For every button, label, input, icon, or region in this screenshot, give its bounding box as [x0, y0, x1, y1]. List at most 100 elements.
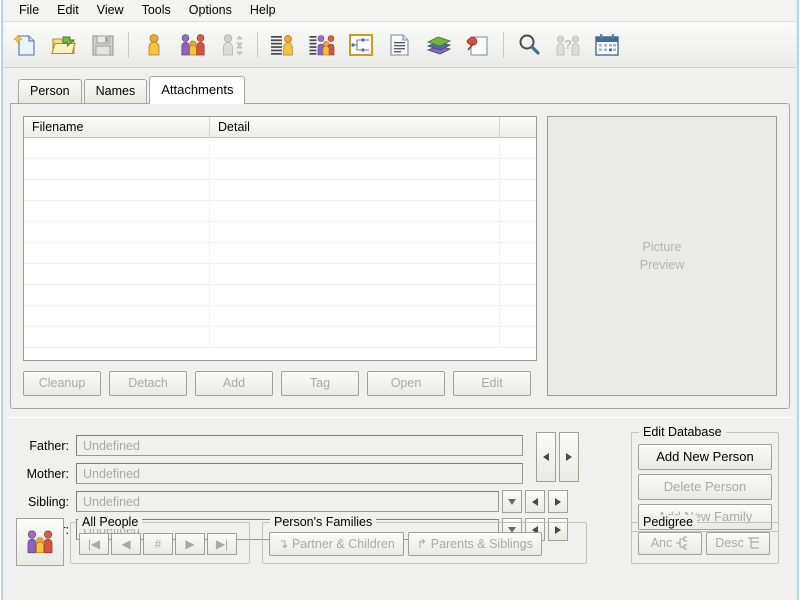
- parents-previous-button[interactable]: [536, 432, 556, 482]
- sibling-next-button[interactable]: [548, 490, 568, 513]
- table-row[interactable]: [24, 222, 536, 243]
- next-person-button[interactable]: ▶: [175, 533, 205, 555]
- descendants-button[interactable]: Desc: [706, 532, 770, 555]
- toolbar-button-person-list[interactable]: [264, 26, 302, 64]
- attachments-table-header: Filename Detail: [24, 117, 536, 138]
- toolbar-button-family-group[interactable]: [174, 26, 212, 64]
- toolbar-button-search[interactable]: [510, 26, 548, 64]
- table-cell-detail: [210, 285, 500, 306]
- menu-item-file[interactable]: File: [10, 1, 48, 20]
- mother-label: Mother:: [26, 466, 69, 481]
- arrow-right-icon: [566, 453, 572, 461]
- tab-strip: Person Names Attachments: [0, 75, 800, 104]
- toolbar-button-open-folder[interactable]: [45, 26, 83, 64]
- toolbar-separator-1: [128, 31, 129, 58]
- table-row[interactable]: [24, 201, 536, 222]
- table-cell-extra: [500, 243, 536, 264]
- column-header-filename[interactable]: Filename: [24, 117, 210, 137]
- picture-preview-panel[interactable]: Picture Preview: [547, 116, 777, 396]
- sibling-field[interactable]: Undefined: [76, 491, 499, 512]
- picture-preview-line2: Preview: [639, 258, 685, 272]
- picture-preview-wrapper: Picture Preview: [547, 116, 777, 396]
- mother-field[interactable]: Undefined: [76, 463, 523, 484]
- attachments-table-body[interactable]: [24, 138, 536, 348]
- edit-button[interactable]: Edit: [453, 371, 531, 396]
- table-cell-extra: [500, 159, 536, 180]
- tab-person[interactable]: Person: [18, 79, 82, 103]
- ancestors-button[interactable]: Anc: [638, 532, 702, 555]
- table-cell-filename: [24, 306, 210, 327]
- table-cell-extra: [500, 138, 536, 159]
- table-cell-extra: [500, 306, 536, 327]
- attachments-table[interactable]: Filename Detail: [23, 116, 537, 361]
- add-new-person-button[interactable]: Add New Person: [638, 444, 772, 470]
- toolbar-button-books[interactable]: [420, 26, 458, 64]
- menu-item-options[interactable]: Options: [180, 1, 241, 20]
- table-row[interactable]: [24, 327, 536, 348]
- previous-person-button[interactable]: ◀: [111, 533, 141, 555]
- menu-item-view[interactable]: View: [88, 1, 133, 20]
- detach-button[interactable]: Detach: [109, 371, 187, 396]
- table-cell-filename: [24, 285, 210, 306]
- goto-person-number-button[interactable]: #: [143, 533, 173, 555]
- menu-item-tools[interactable]: Tools: [133, 1, 180, 20]
- toolbar-button-person[interactable]: [135, 26, 173, 64]
- table-row[interactable]: [24, 306, 536, 327]
- all-people-group: All People |◀ ◀ # ▶ ▶|: [70, 515, 250, 564]
- edit-database-group-title: Edit Database: [639, 425, 726, 439]
- tree-chart-icon: [347, 31, 375, 59]
- table-row[interactable]: [24, 138, 536, 159]
- delete-person-button[interactable]: Delete Person: [638, 474, 772, 500]
- menu-item-edit[interactable]: Edit: [48, 1, 88, 20]
- family-list-icon: [308, 31, 336, 59]
- table-row[interactable]: [24, 264, 536, 285]
- column-header-detail[interactable]: Detail: [210, 117, 500, 137]
- tag-button[interactable]: Tag: [281, 371, 359, 396]
- partner-and-children-button[interactable]: ↴ Partner & Children: [269, 532, 404, 556]
- menu-item-help[interactable]: Help: [241, 1, 285, 20]
- toolbar-button-new-file[interactable]: [6, 26, 44, 64]
- family-group-icon: [25, 527, 55, 557]
- pedigree-group-title: Pedigree: [639, 515, 698, 529]
- toolbar-button-calendar[interactable]: [588, 26, 626, 64]
- table-cell-extra: [500, 285, 536, 306]
- toolbar-button-tree-chart[interactable]: [342, 26, 380, 64]
- table-cell-filename: [24, 201, 210, 222]
- persons-families-group-title: Person's Families: [270, 515, 377, 529]
- tab-attachments[interactable]: Attachments: [149, 76, 246, 104]
- sibling-dropdown-button[interactable]: [502, 490, 522, 513]
- ancestor-tree-icon: [675, 536, 689, 550]
- last-person-button[interactable]: ▶|: [207, 533, 237, 555]
- parents-and-siblings-button[interactable]: ↱ Parents & Siblings: [407, 532, 542, 556]
- column-header-extra[interactable]: [500, 117, 536, 137]
- toolbar-button-family-list[interactable]: [303, 26, 341, 64]
- table-cell-extra: [500, 327, 536, 348]
- first-person-button[interactable]: |◀: [79, 533, 109, 555]
- persons-families-group: Person's Families ↴ Partner & Children ↱…: [262, 515, 587, 564]
- father-field[interactable]: Undefined: [76, 435, 523, 456]
- table-row[interactable]: [24, 285, 536, 306]
- tab-names[interactable]: Names: [83, 79, 148, 103]
- table-row[interactable]: [24, 159, 536, 180]
- table-cell-detail: [210, 327, 500, 348]
- toolbar-separator-3: [503, 31, 504, 58]
- table-cell-detail: [210, 243, 500, 264]
- chevron-down-icon: [508, 498, 516, 505]
- father-label: Father:: [29, 438, 69, 453]
- add-button[interactable]: Add: [195, 371, 273, 396]
- cleanup-button[interactable]: Cleanup: [23, 371, 101, 396]
- parents-next-button[interactable]: [559, 432, 579, 482]
- picture-preview-placeholder: Picture Preview: [640, 238, 684, 274]
- table-cell-filename: [24, 243, 210, 264]
- family-group-button[interactable]: [16, 518, 64, 566]
- ancestors-label: Anc: [650, 536, 673, 550]
- table-row[interactable]: [24, 243, 536, 264]
- toolbar-button-report-document[interactable]: [381, 26, 419, 64]
- table-row[interactable]: [24, 180, 536, 201]
- new-file-icon: [11, 31, 39, 59]
- sibling-previous-button[interactable]: [525, 490, 545, 513]
- attachments-left-column: Filename Detail Cleanup Detach Add Tag O…: [23, 116, 537, 396]
- open-button[interactable]: Open: [367, 371, 445, 396]
- toolbar-button-pin-note[interactable]: [459, 26, 497, 64]
- table-cell-extra: [500, 180, 536, 201]
